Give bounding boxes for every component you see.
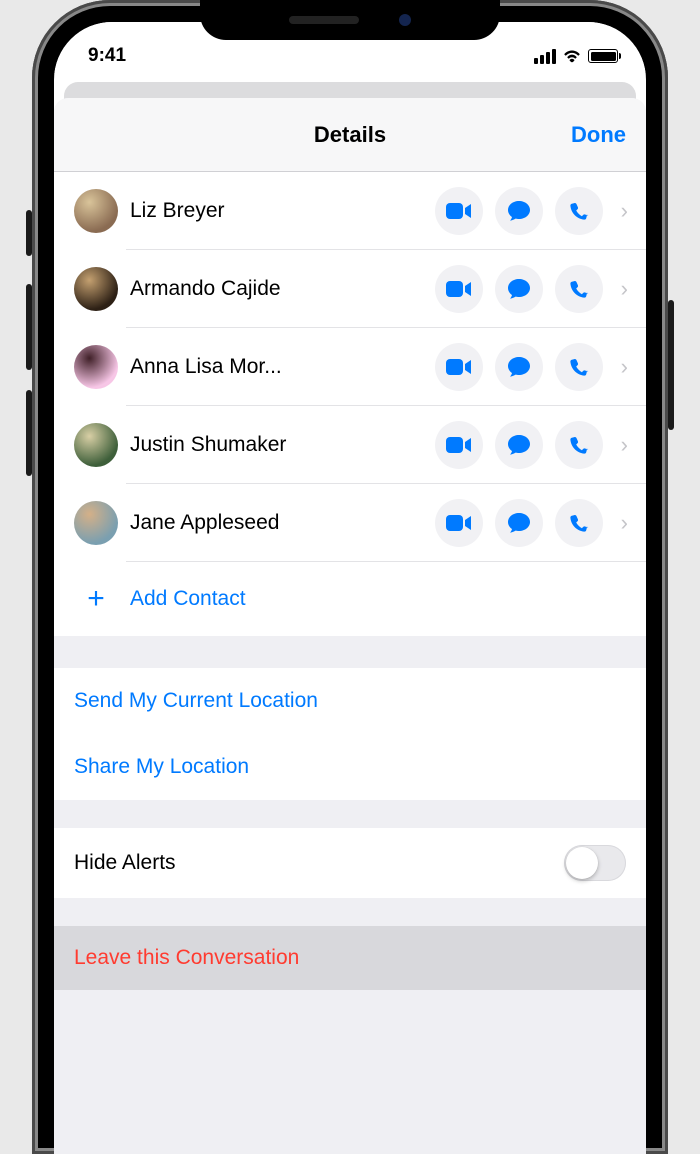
leave-conversation-label: Leave this Conversation bbox=[74, 946, 626, 970]
share-location-label: Share My Location bbox=[74, 755, 249, 779]
contact-name: Anna Lisa Mor... bbox=[130, 355, 435, 379]
message-button[interactable] bbox=[495, 499, 543, 547]
phone-call-button[interactable] bbox=[555, 499, 603, 547]
status-time: 9:41 bbox=[88, 45, 126, 67]
send-location-label: Send My Current Location bbox=[74, 689, 318, 713]
phone-icon bbox=[568, 512, 590, 534]
screen: 9:41 Details Done Liz Breyer›Armando Caj… bbox=[54, 22, 646, 1154]
contact-row[interactable]: Jane Appleseed › bbox=[54, 484, 646, 562]
status-indicators bbox=[534, 49, 618, 64]
hide-alerts-label: Hide Alerts bbox=[74, 851, 564, 875]
contact-name: Jane Appleseed bbox=[130, 511, 435, 535]
alerts-section: Hide Alerts bbox=[54, 828, 646, 898]
contact-row[interactable]: Armando Cajide › bbox=[54, 250, 646, 328]
video-call-button[interactable] bbox=[435, 421, 483, 469]
contacts-section: Liz Breyer›Armando Cajide›Anna Lisa Mor.… bbox=[54, 172, 646, 636]
wifi-icon bbox=[562, 49, 582, 63]
contact-row[interactable]: Liz Breyer › bbox=[54, 172, 646, 250]
message-icon bbox=[507, 200, 531, 222]
contact-row[interactable]: Anna Lisa Mor... › bbox=[54, 328, 646, 406]
contact-name: Justin Shumaker bbox=[130, 433, 435, 457]
chevron-right-icon: › bbox=[621, 276, 628, 302]
video-call-button[interactable] bbox=[435, 343, 483, 391]
video-call-button[interactable] bbox=[435, 265, 483, 313]
hide-alerts-toggle[interactable] bbox=[564, 845, 626, 881]
location-section: Send My Current Location Share My Locati… bbox=[54, 668, 646, 800]
message-button[interactable] bbox=[495, 421, 543, 469]
phone-icon bbox=[568, 278, 590, 300]
video-icon bbox=[446, 514, 472, 532]
chevron-right-icon: › bbox=[621, 432, 628, 458]
add-contact-row[interactable]: + Add Contact bbox=[54, 562, 646, 636]
phone-icon bbox=[568, 434, 590, 456]
contact-row[interactable]: Justin Shumaker › bbox=[54, 406, 646, 484]
leave-conversation-row[interactable]: Leave this Conversation bbox=[54, 926, 646, 990]
cellular-signal-icon bbox=[534, 49, 556, 64]
battery-icon bbox=[588, 49, 618, 63]
message-button[interactable] bbox=[495, 343, 543, 391]
message-icon bbox=[507, 512, 531, 534]
phone-frame: 9:41 Details Done Liz Breyer›Armando Caj… bbox=[32, 0, 668, 1154]
avatar bbox=[74, 423, 118, 467]
video-icon bbox=[446, 436, 472, 454]
plus-icon: + bbox=[74, 577, 118, 621]
video-icon bbox=[446, 280, 472, 298]
message-icon bbox=[507, 356, 531, 378]
message-icon bbox=[507, 434, 531, 456]
phone-call-button[interactable] bbox=[555, 343, 603, 391]
avatar bbox=[74, 189, 118, 233]
chevron-right-icon: › bbox=[621, 354, 628, 380]
phone-icon bbox=[568, 356, 590, 378]
notch bbox=[200, 0, 500, 40]
message-button[interactable] bbox=[495, 265, 543, 313]
video-call-button[interactable] bbox=[435, 499, 483, 547]
video-icon bbox=[446, 202, 472, 220]
message-icon bbox=[507, 278, 531, 300]
share-location-row[interactable]: Share My Location bbox=[54, 734, 646, 800]
avatar bbox=[74, 267, 118, 311]
phone-icon bbox=[568, 200, 590, 222]
phone-call-button[interactable] bbox=[555, 265, 603, 313]
chevron-right-icon: › bbox=[621, 510, 628, 536]
add-contact-label: Add Contact bbox=[130, 587, 246, 611]
video-icon bbox=[446, 358, 472, 376]
contact-name: Liz Breyer bbox=[130, 199, 435, 223]
phone-call-button[interactable] bbox=[555, 421, 603, 469]
sheet-header: Details Done bbox=[54, 98, 646, 172]
avatar bbox=[74, 501, 118, 545]
video-call-button[interactable] bbox=[435, 187, 483, 235]
done-button[interactable]: Done bbox=[571, 122, 626, 148]
phone-call-button[interactable] bbox=[555, 187, 603, 235]
message-button[interactable] bbox=[495, 187, 543, 235]
sheet-title: Details bbox=[314, 122, 386, 148]
contact-name: Armando Cajide bbox=[130, 277, 435, 301]
chevron-right-icon: › bbox=[621, 198, 628, 224]
avatar bbox=[74, 345, 118, 389]
hide-alerts-row: Hide Alerts bbox=[54, 828, 646, 898]
details-sheet: Details Done Liz Breyer›Armando Cajide›A… bbox=[54, 98, 646, 1154]
send-location-row[interactable]: Send My Current Location bbox=[54, 668, 646, 734]
leave-section: Leave this Conversation bbox=[54, 926, 646, 990]
